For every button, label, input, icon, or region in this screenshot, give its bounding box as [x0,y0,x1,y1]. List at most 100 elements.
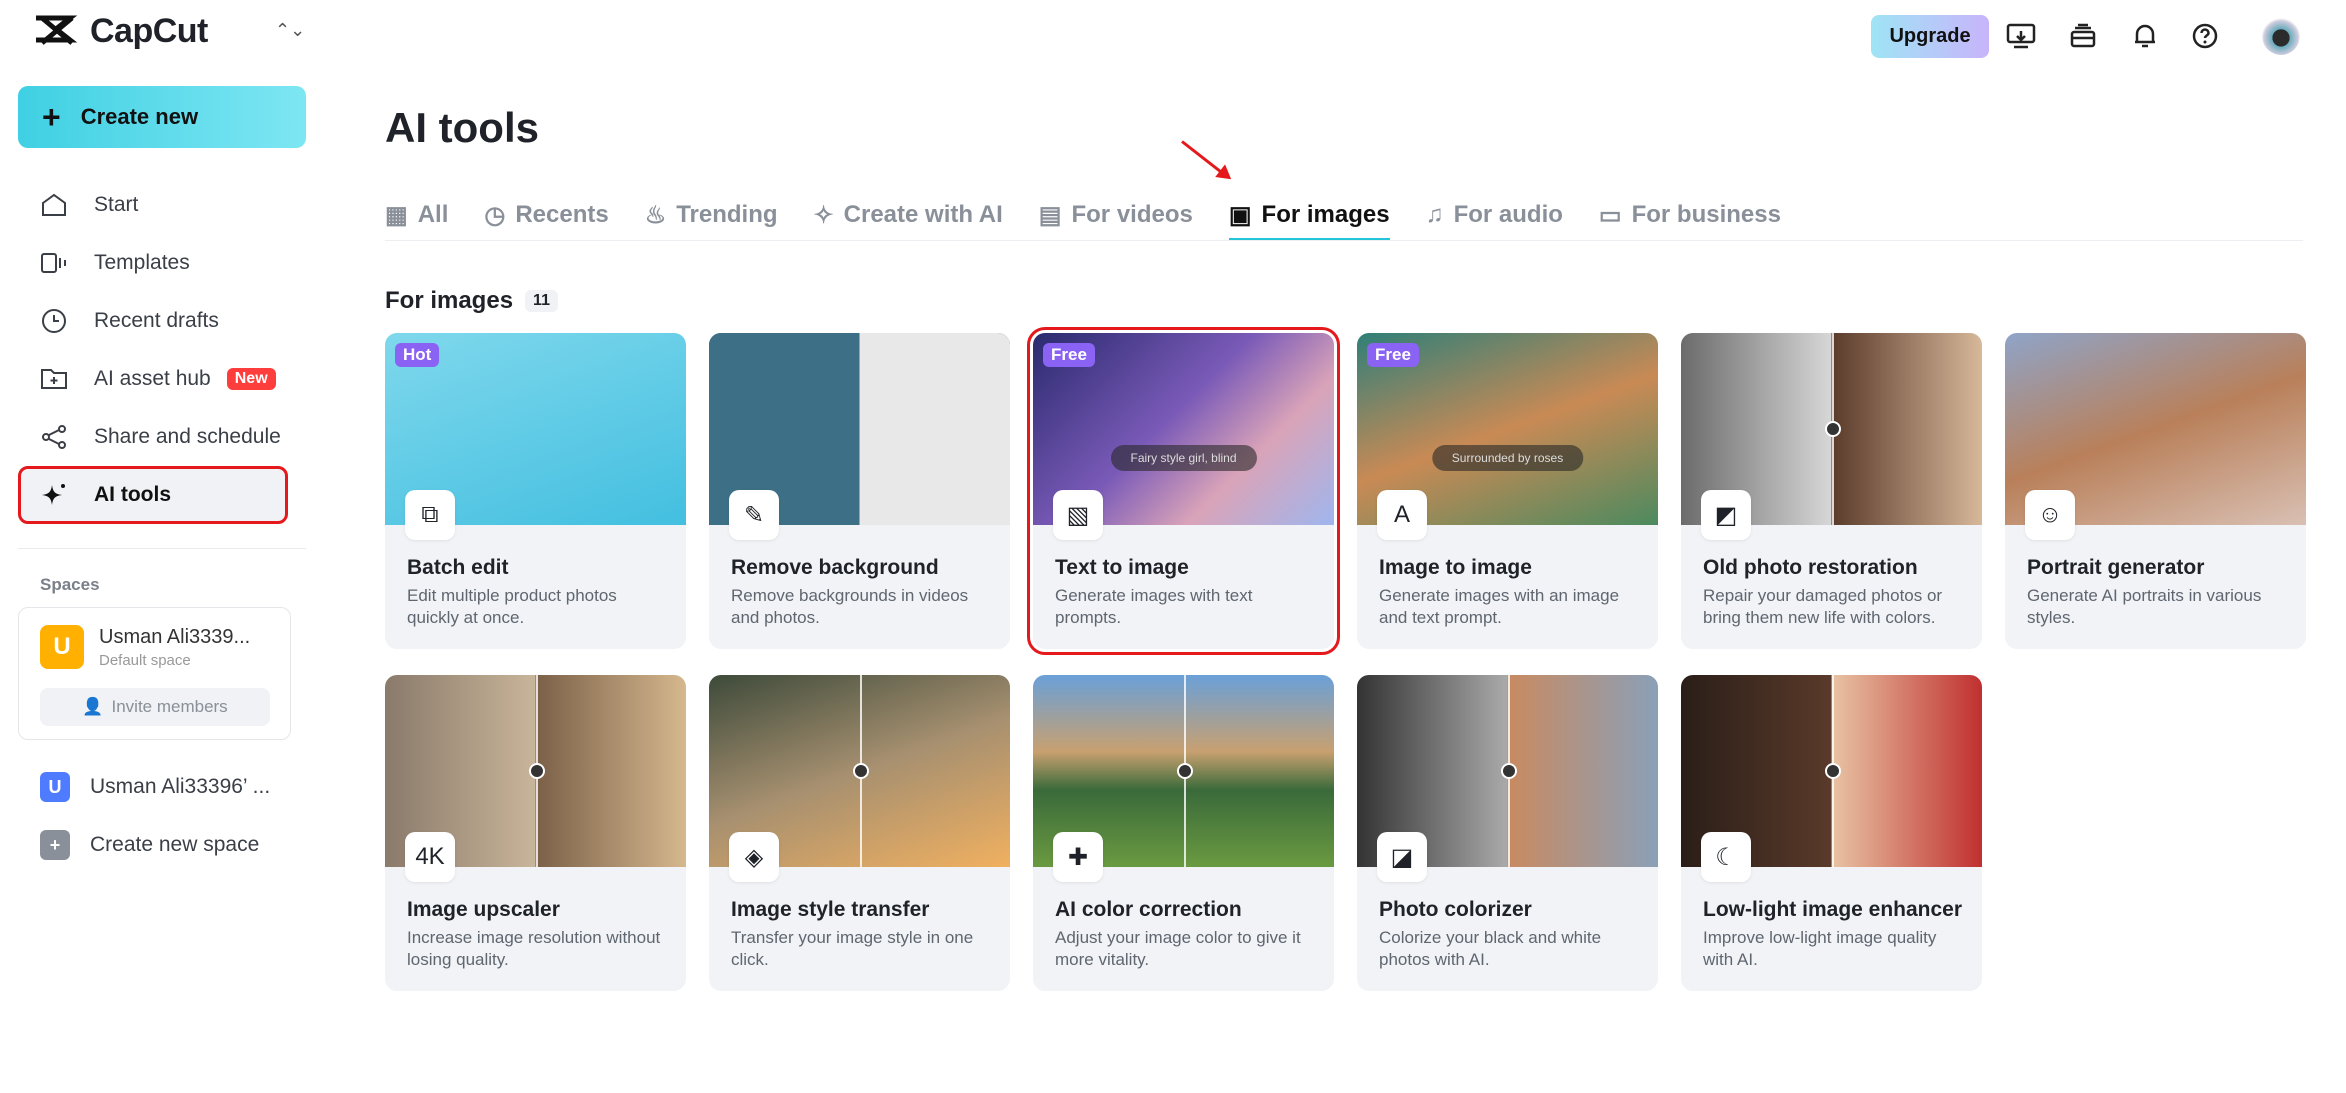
desktop-download-icon[interactable] [2005,20,2037,52]
tool-description: Improve low-light image quality with AI. [1703,927,1964,971]
workspace-switch-icon[interactable]: ⌃⌄ [275,20,305,41]
section-title: For images [385,287,513,315]
tool-title: Low-light image enhancer [1703,898,1962,922]
tool-card-photo-colorizer[interactable]: ◪ Photo colorizer Colorize your black an… [1357,675,1658,991]
film-icon: ▤ [1039,201,1062,230]
flame-icon: ♨ [645,201,667,230]
compare-slider[interactable] [1832,675,1834,867]
divider [18,548,306,549]
sidebar-item-share-and-schedule[interactable]: Share and schedule [18,408,306,466]
folder-icon [40,365,68,393]
sidebar-item-ai-asset-hub[interactable]: AI asset hubNew [18,350,306,408]
compare-slider[interactable] [1184,675,1186,867]
business-icon: ▭ [1599,201,1622,230]
sparkle-icon [40,481,68,509]
tab-for-images[interactable]: ▣For images [1229,190,1390,240]
tool-card-low-light-image-enhancer[interactable]: ☾ Low-light image enhancer Improve low-l… [1681,675,1982,991]
tab-label: For business [1632,201,1781,229]
space-item[interactable]: UUsman Ali33396’ ... [40,772,270,802]
tool-card-image-upscaler[interactable]: 4K Image upscaler Increase image resolut… [385,675,686,991]
tab-label: Recents [515,201,608,229]
prompt-label: Fairy style girl, blind [1110,445,1256,471]
sparkle-icon: ✧ [814,201,834,230]
plus-icon: + [42,101,61,133]
tab-trending[interactable]: ♨ Trending [645,190,778,240]
compare-slider[interactable] [860,675,862,867]
tab-label: All [418,201,449,229]
upgrade-button[interactable]: Upgrade [1871,15,1989,58]
tool-card-text-to-image[interactable]: Free Fairy style girl, blind ▧ Text to i… [1033,333,1334,649]
compare-slider[interactable] [1832,333,1834,525]
tool-icon: ◩ [1701,490,1751,540]
tool-description: Generate images with text prompts. [1055,585,1316,629]
sidebar-nav: Start Templates Recent drafts AI asset h… [18,176,306,524]
capcut-logo[interactable]: CapCut [34,12,208,51]
sidebar-item-label: Start [94,193,138,217]
sidebar-item-label: Share and schedule [94,425,281,449]
inbox-icon[interactable] [2067,20,2099,52]
space-card[interactable]: U Usman Ali3339... Default space 👤Invite… [18,607,291,740]
tab-for-business[interactable]: ▭ For business [1599,190,1781,240]
tool-card-old-photo-restoration[interactable]: ◩ Old photo restoration Repair your dama… [1681,333,1982,649]
free-badge: Free [1043,343,1095,367]
music-icon: ♫ [1426,201,1444,229]
image-icon: ▣ [1229,201,1252,230]
tool-card-image-to-image[interactable]: Free Surrounded by roses A Image to imag… [1357,333,1658,649]
tool-title: AI color correction [1055,898,1242,922]
help-icon[interactable] [2189,20,2221,52]
clock-icon [40,307,68,335]
invite-members-button[interactable]: 👤Invite members [40,688,270,726]
create-new-button[interactable]: +Create new [18,86,306,148]
tool-card-portrait-generator[interactable]: ☺ Portrait generator Generate AI portrai… [2005,333,2306,649]
tool-icon: ☺ [2025,490,2075,540]
tool-icon: ◈ [729,832,779,882]
tool-description: Generate images with an image and text p… [1379,585,1640,629]
sidebar-item-recent-drafts[interactable]: Recent drafts [18,292,306,350]
grid-icon: ▦ [385,201,408,230]
tab-for-audio[interactable]: ♫ For audio [1426,190,1563,240]
tool-icon: ✚ [1053,832,1103,882]
tool-description: Generate AI portraits in various styles. [2027,585,2288,629]
sidebar-item-label: Templates [94,251,190,275]
sidebar-item-label: AI asset hub [94,367,211,391]
tool-description: Adjust your image color to give it more … [1055,927,1316,971]
tab-label: Create with AI [844,201,1003,229]
tab-label: For audio [1454,201,1563,229]
sidebar-item-start[interactable]: Start [18,176,306,234]
app-name: CapCut [90,12,208,51]
tool-description: Edit multiple product photos quickly at … [407,585,668,629]
tab-for-videos[interactable]: ▤For videos [1039,190,1193,240]
tool-title: Portrait generator [2027,556,2204,580]
sidebar-item-ai-tools[interactable]: AI tools [18,466,288,524]
tool-description: Transfer your image style in one click. [731,927,992,971]
tool-title: Old photo restoration [1703,556,1918,580]
tool-card-ai-color-correction[interactable]: ✚ AI color correction Adjust your image … [1033,675,1334,991]
tool-title: Remove background [731,556,939,580]
invite-label: Invite members [111,697,227,717]
tool-title: Image upscaler [407,898,560,922]
space-avatar: U [40,772,70,802]
plus-icon: + [40,830,70,860]
tab-all[interactable]: ▦ All [385,190,448,240]
tool-icon: ☾ [1701,832,1751,882]
bell-icon[interactable] [2129,20,2161,52]
tool-icon: ▧ [1053,490,1103,540]
tool-card-image-style-transfer[interactable]: ◈ Image style transfer Transfer your ima… [709,675,1010,991]
sidebar-item-label: Recent drafts [94,309,219,333]
tab-label: Trending [676,201,777,229]
tabs-divider [385,240,2303,241]
tab-create-with-ai[interactable]: ✧ Create with AI [814,190,1003,240]
section-count: 11 [525,290,558,312]
user-avatar[interactable] [2262,17,2300,55]
space-subtitle: Default space [99,652,191,669]
tool-title: Photo colorizer [1379,898,1532,922]
compare-slider[interactable] [536,675,538,867]
create-space-label: Create new space [90,833,259,857]
sidebar-item-templates[interactable]: Templates [18,234,306,292]
tab-recents[interactable]: ◷Recents [484,190,608,240]
compare-slider[interactable] [1508,675,1510,867]
page-title: AI tools [385,104,539,152]
tool-card-batch-edit[interactable]: Hot ⧉ Batch edit Edit multiple product p… [385,333,686,649]
tool-card-remove-background[interactable]: ✎ Remove background Remove backgrounds i… [709,333,1010,649]
create-new-space-button[interactable]: + Create new space [40,830,259,860]
